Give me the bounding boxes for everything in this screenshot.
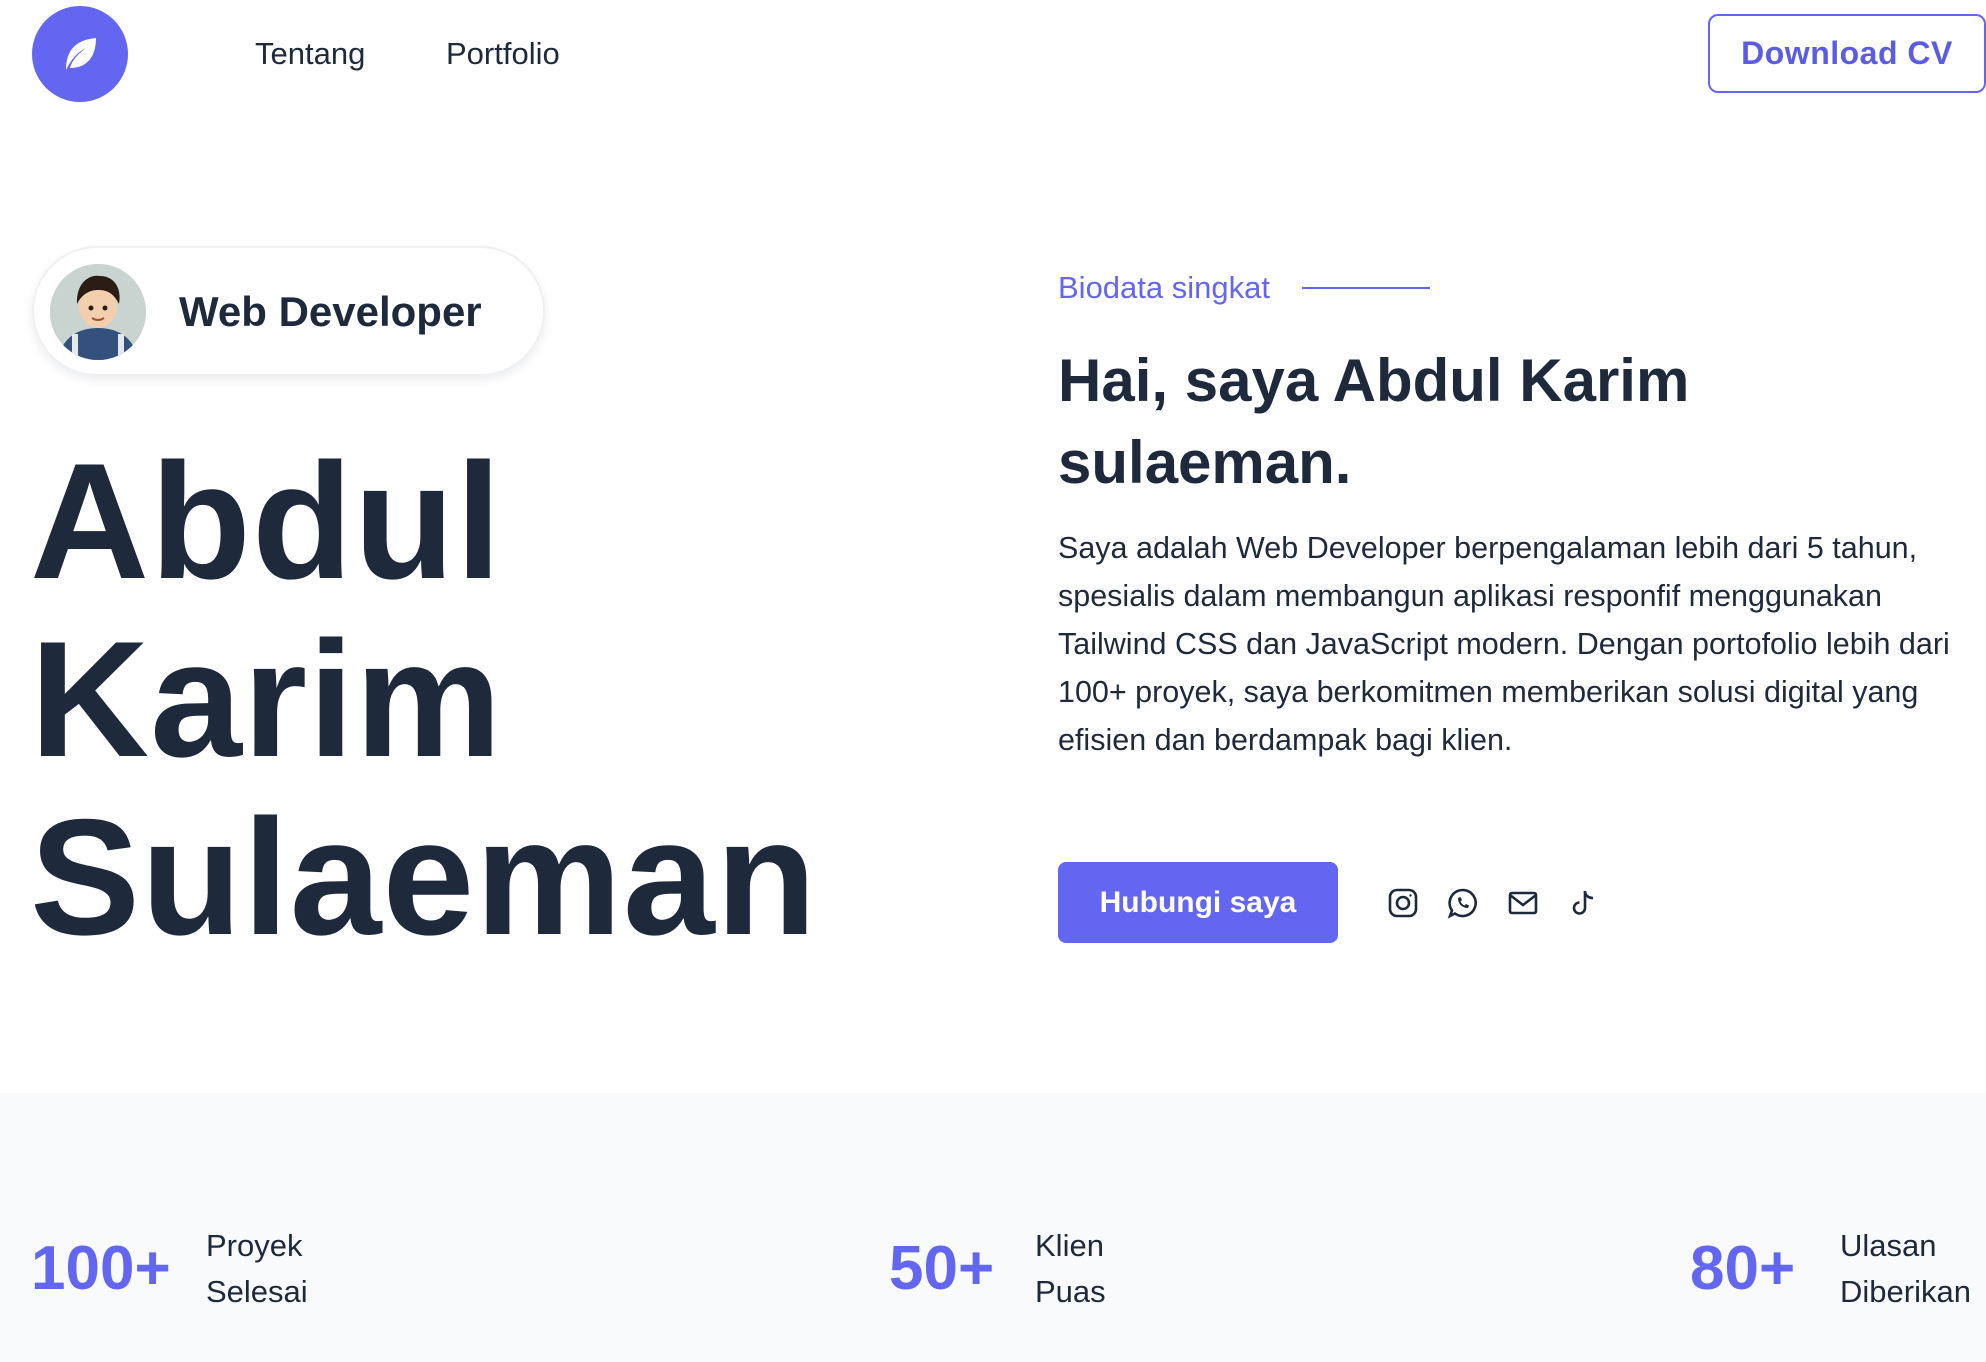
social-links [1386, 886, 1626, 920]
role-title: Web Developer [179, 288, 482, 335]
hero-name: Abdul Karim Sulaeman [30, 432, 817, 966]
about-title: Hai, saya Abdul Karim sulaeman. [1058, 340, 1938, 504]
mail-icon[interactable] [1506, 886, 1540, 920]
about-title-line: sulaeman. [1058, 429, 1352, 496]
about-paragraph: Saya adalah Web Developer berpengalaman … [1058, 531, 1950, 757]
stat-label: Klien Puas [1035, 1223, 1106, 1315]
stat-label: Proyek Selesai [206, 1223, 308, 1315]
hero-name-line: Karim [30, 607, 503, 791]
stat-value: 100+ [31, 1234, 171, 1303]
avatar [50, 264, 146, 360]
logo[interactable] [32, 6, 128, 102]
nav-link-tentang[interactable]: Tentang [255, 36, 365, 72]
nav-link-portfolio[interactable]: Portfolio [446, 36, 560, 72]
stat-label: Ulasan Diberikan [1840, 1223, 1971, 1315]
stat-label-line: Diberikan [1840, 1274, 1971, 1309]
download-cv-button[interactable]: Download CV [1708, 14, 1986, 93]
section-label: Biodata singkat [1058, 270, 1430, 306]
section-label-text: Biodata singkat [1058, 270, 1270, 305]
role-badge: Web Developer [32, 246, 545, 376]
site-header: Tentang Portfolio Download CV [0, 0, 1986, 107]
stat-label-line: Proyek [206, 1228, 303, 1263]
hero-name-line: Sulaeman [30, 785, 818, 969]
stat-label-line: Puas [1035, 1274, 1106, 1309]
hero-name-line: Abdul [30, 429, 503, 613]
stat-label-line: Selesai [206, 1274, 308, 1309]
about-title-line: Hai, saya Abdul Karim [1058, 347, 1690, 414]
stats-section: 100+ Proyek Selesai 50+ Klien Puas 80+ U… [0, 1093, 1986, 1362]
tiktok-icon[interactable] [1566, 886, 1600, 920]
stat-label-line: Klien [1035, 1228, 1104, 1263]
whatsapp-icon[interactable] [1446, 886, 1480, 920]
contact-button[interactable]: Hubungi saya [1058, 862, 1338, 943]
stat-value: 80+ [1690, 1234, 1796, 1303]
leaf-icon [66, 38, 96, 70]
instagram-icon[interactable] [1386, 886, 1420, 920]
stat-value: 50+ [889, 1234, 995, 1303]
stat-label-line: Ulasan [1840, 1228, 1937, 1263]
divider [1301, 287, 1430, 289]
